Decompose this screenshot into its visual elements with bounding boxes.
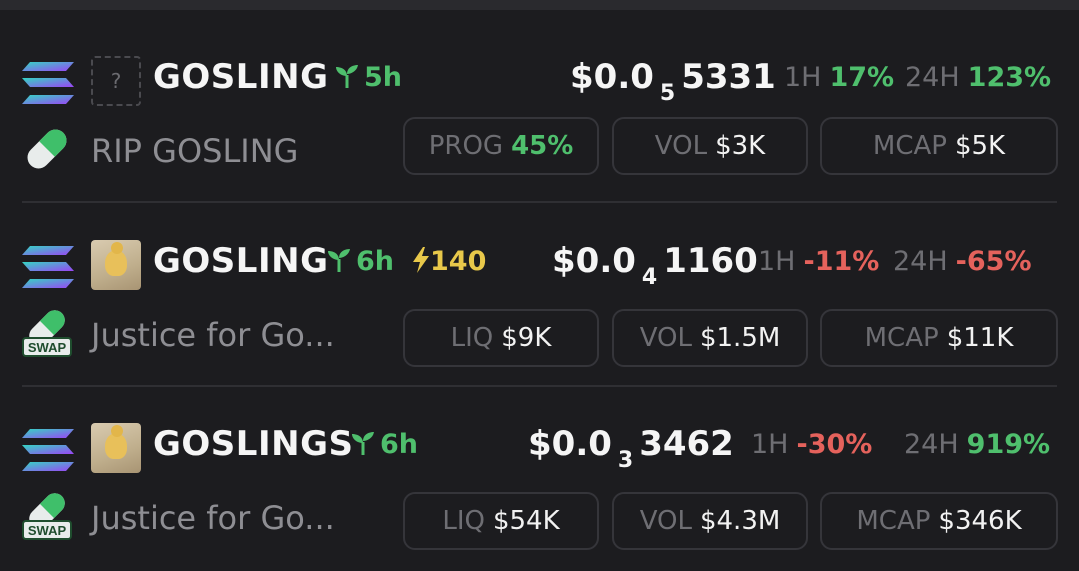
token-row[interactable]: GOSLINGS 6h $0.0 3 3462 1H -30% 24H 919% SWA…	[0, 377, 1079, 560]
stat-label: MCAP	[856, 506, 931, 536]
stat-value: $5K	[954, 131, 1006, 161]
token-description: RIP GOSLING	[91, 132, 299, 170]
stat-market-cap: MCAP $11K	[820, 309, 1058, 367]
stat-market-cap: MCAP $5K	[820, 117, 1058, 175]
change-1h-value: -11%	[803, 246, 880, 277]
sprout-icon	[328, 249, 350, 272]
token-age: 6h	[350, 429, 418, 460]
top-bar	[0, 0, 1079, 10]
change-24h: 24H -65%	[893, 246, 1032, 277]
change-1h-value: 17%	[829, 62, 895, 93]
stat-value: $346K	[938, 506, 1022, 536]
stat-value: $4.3M	[699, 506, 781, 536]
change-24h: 24H 123%	[905, 62, 1051, 93]
stat-volume: VOL $1.5M	[612, 309, 808, 367]
solana-icon	[22, 246, 74, 288]
stat-value: $9K	[501, 323, 552, 353]
pill-icon	[27, 129, 67, 169]
stat-label: LIQ	[450, 323, 494, 353]
swap-badge-text: SWAP	[28, 523, 67, 538]
token-price: $0.0 5 5331	[570, 57, 776, 106]
unknown-image-placeholder-icon: ?	[91, 56, 141, 106]
placeholder-mark: ?	[110, 69, 122, 93]
boost-value: 140	[430, 246, 487, 277]
change-24h-value: -65%	[955, 246, 1032, 277]
token-name[interactable]: GOSLING	[153, 241, 328, 281]
change-1h-label: 1H	[784, 62, 822, 93]
price-zero-count: 5	[659, 81, 676, 106]
change-1h: 1H -11%	[758, 246, 879, 277]
change-1h-value: -30%	[796, 429, 873, 460]
stat-label: MCAP	[872, 131, 947, 161]
stat-volume: VOL $4.3M	[612, 492, 808, 550]
price-prefix: $0.0	[552, 241, 636, 281]
price-digits: 5331	[681, 57, 776, 97]
price-zero-count: 4	[641, 265, 658, 290]
solana-icon	[22, 429, 74, 471]
stat-value: $54K	[492, 506, 560, 536]
token-age-value: 6h	[380, 429, 419, 460]
swap-icon: SWAP	[22, 493, 72, 540]
stat-liquidity: LIQ $9K	[403, 309, 599, 367]
stat-label: VOL	[639, 323, 692, 353]
stat-label: LIQ	[442, 506, 485, 536]
stat-label: VOL	[639, 506, 692, 536]
stat-label: VOL	[654, 131, 708, 161]
change-1h: 1H 17%	[784, 62, 894, 93]
price-digits: 3462	[639, 424, 734, 464]
token-age: 6h	[326, 246, 394, 277]
price-prefix: $0.0	[570, 57, 654, 97]
stat-progress: PROG 45%	[403, 117, 599, 175]
stat-volume: VOL $3K	[612, 117, 808, 175]
stat-value: $3K	[715, 131, 766, 161]
boost-count: 140	[412, 246, 486, 277]
token-price: $0.0 3 3462	[528, 424, 734, 473]
price-zero-count: 3	[617, 448, 634, 473]
change-1h-label: 1H	[751, 429, 789, 460]
gosling-image	[91, 423, 141, 473]
stat-value: 45%	[511, 131, 574, 161]
price-prefix: $0.0	[528, 424, 612, 464]
stat-liquidity: LIQ $54K	[403, 492, 599, 550]
stat-label: PROG	[428, 131, 504, 161]
swap-icon: SWAP	[22, 310, 72, 357]
token-name[interactable]: GOSLING	[153, 57, 328, 97]
change-1h: 1H -30%	[751, 429, 872, 460]
change-24h-value: 123%	[967, 62, 1052, 93]
gosling-image	[91, 240, 141, 290]
token-name[interactable]: GOSLINGS	[153, 424, 353, 464]
stat-value: $11K	[946, 323, 1014, 353]
token-age-value: 5h	[364, 62, 403, 93]
lightning-icon	[413, 247, 429, 273]
token-row[interactable]: ? GOSLING 5h $0.0 5 5331 1H 17% 24H 123% RIP…	[0, 10, 1079, 193]
stat-market-cap: MCAP $346K	[820, 492, 1058, 550]
token-age-value: 6h	[356, 246, 395, 277]
token-description: Justice for Go...	[91, 499, 335, 537]
token-age: 5h	[334, 62, 402, 93]
swap-badge-text: SWAP	[28, 340, 67, 355]
change-1h-label: 1H	[758, 246, 796, 277]
solana-icon	[22, 62, 74, 104]
change-24h-label: 24H	[905, 62, 960, 93]
token-row[interactable]: GOSLING 6h 140 $0.0 4 1160 1H -11% 24H -65%	[0, 194, 1079, 377]
sprout-icon	[352, 432, 374, 455]
price-digits: 1160	[663, 241, 758, 281]
token-description: Justice for Go...	[91, 316, 335, 354]
change-24h: 24H 919%	[904, 429, 1050, 460]
stat-label: MCAP	[864, 323, 939, 353]
change-24h-label: 24H	[893, 246, 948, 277]
token-price: $0.0 4 1160	[552, 241, 758, 290]
stat-value: $1.5M	[699, 323, 781, 353]
change-24h-value: 919%	[966, 429, 1051, 460]
sprout-icon	[336, 65, 358, 88]
change-24h-label: 24H	[904, 429, 959, 460]
